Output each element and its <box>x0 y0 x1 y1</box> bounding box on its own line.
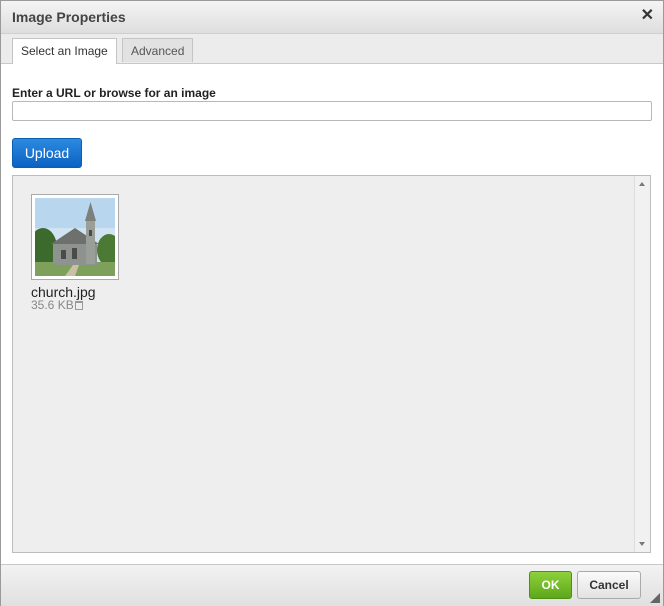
upload-button[interactable]: Upload <box>12 138 82 168</box>
url-field-label: Enter a URL or browse for an image <box>12 86 216 100</box>
tab-content: Enter a URL or browse for an image Uploa… <box>1 64 663 564</box>
file-item[interactable]: church.jpg 35.6 KB <box>31 194 123 312</box>
scroll-up-arrow-icon[interactable] <box>639 182 645 186</box>
scrollbar[interactable] <box>634 176 650 552</box>
scroll-down-arrow-icon[interactable] <box>639 542 645 546</box>
file-size: 35.6 KB <box>31 298 74 312</box>
dialog-title: Image Properties <box>12 9 126 25</box>
image-thumbnail[interactable] <box>31 194 119 280</box>
dialog-footer: OK Cancel <box>1 564 663 606</box>
close-icon[interactable]: ✕ <box>641 7 654 25</box>
url-input[interactable] <box>12 101 652 121</box>
tab-select-an-image[interactable]: Select an Image <box>12 38 117 64</box>
dialog-titlebar[interactable]: Image Properties ✕ <box>1 1 663 34</box>
ok-button[interactable]: OK <box>529 571 572 599</box>
cancel-button[interactable]: Cancel <box>577 571 641 599</box>
file-size-row: 35.6 KB <box>31 299 123 312</box>
image-properties-dialog: Image Properties ✕ Select an Image Advan… <box>0 0 664 606</box>
image-browser: church.jpg 35.6 KB <box>12 175 651 553</box>
file-name: church.jpg <box>31 284 96 300</box>
resize-grip-icon[interactable] <box>650 593 660 603</box>
church-thumbnail-image <box>35 198 115 276</box>
trash-icon[interactable] <box>74 301 83 310</box>
tab-advanced[interactable]: Advanced <box>122 38 194 62</box>
tab-bar: Select an Image Advanced <box>1 34 663 64</box>
